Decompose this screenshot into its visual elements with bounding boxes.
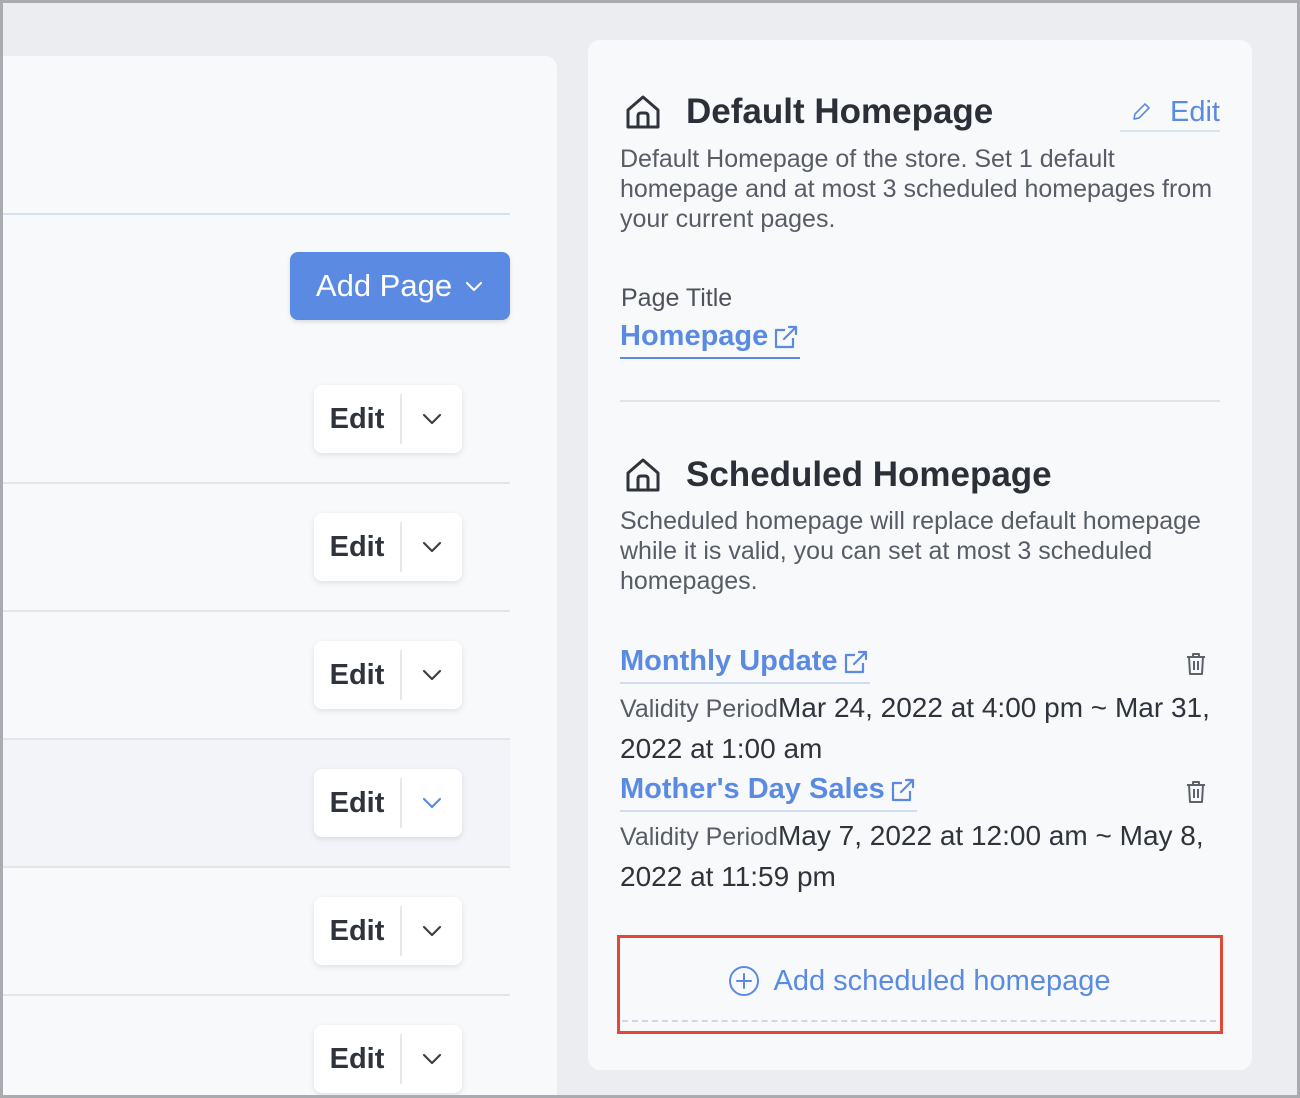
- chevron-down-icon: [422, 925, 442, 937]
- row-edit-group: Edit: [314, 513, 462, 581]
- row-edit-group: Edit: [314, 897, 462, 965]
- edit-label: Edit: [1170, 95, 1220, 128]
- section-description: Default Homepage of the store. Set 1 def…: [620, 145, 1213, 233]
- add-page-label: Add Page: [315, 268, 453, 303]
- edit-button[interactable]: Edit: [314, 403, 400, 436]
- scheduled-homepage-link[interactable]: Mother's Day Sales: [620, 773, 917, 812]
- scheduled-homepage-header: Scheduled Homepage: [622, 454, 1052, 496]
- more-options-button[interactable]: [402, 924, 462, 938]
- page-title-label: Page Title: [621, 284, 733, 312]
- more-options-button[interactable]: [402, 796, 462, 810]
- edit-button[interactable]: Edit: [314, 531, 400, 564]
- default-homepage-edit-button[interactable]: Edit: [1120, 94, 1220, 132]
- edit-button[interactable]: Edit: [314, 787, 400, 820]
- divider: [620, 400, 1220, 402]
- row-edit-group: Edit: [314, 385, 462, 453]
- chevron-down-icon: [465, 281, 483, 292]
- home-icon: [626, 95, 660, 129]
- link-text: Homepage: [620, 320, 769, 352]
- home-icon: [626, 458, 660, 492]
- default-homepage-header: Default Homepage: [622, 91, 993, 133]
- section-title: Scheduled Homepage: [686, 455, 1052, 494]
- chevron-down-icon: [422, 797, 442, 809]
- edit-button[interactable]: Edit: [314, 915, 400, 948]
- more-options-button[interactable]: [402, 668, 462, 682]
- row-edit-group: Edit: [314, 769, 462, 837]
- external-link-icon: [844, 650, 867, 673]
- section-description: Scheduled homepage will replace default …: [620, 507, 1201, 595]
- default-homepage-link[interactable]: Homepage: [620, 320, 801, 359]
- link-text: Mother's Day Sales: [620, 773, 885, 805]
- section-title: Default Homepage: [686, 92, 994, 131]
- validity-label: Validity Period: [620, 823, 778, 851]
- add-page-button[interactable]: Add Page: [290, 252, 510, 320]
- add-scheduled-label: Add scheduled homepage: [773, 964, 1111, 997]
- trash-icon[interactable]: [1184, 651, 1208, 677]
- link-text: Monthly Update: [620, 645, 838, 677]
- chevron-down-icon: [422, 669, 442, 681]
- scheduled-homepage-link[interactable]: Monthly Update: [620, 645, 870, 684]
- edit-button[interactable]: Edit: [314, 659, 400, 692]
- validity-label: Validity Period: [620, 695, 778, 723]
- more-options-button[interactable]: [402, 1052, 462, 1066]
- more-options-button[interactable]: [402, 540, 462, 554]
- validity-period: Validity PeriodMay 7, 2022 at 12:00 am ~…: [620, 816, 1220, 897]
- row-edit-group: Edit: [314, 1025, 462, 1093]
- chevron-down-icon: [422, 1053, 442, 1065]
- trash-icon[interactable]: [1184, 779, 1208, 805]
- external-link-icon: [891, 778, 914, 801]
- pencil-icon: [1133, 103, 1150, 120]
- more-options-button[interactable]: [402, 412, 462, 426]
- edit-button[interactable]: Edit: [314, 1043, 400, 1076]
- divider: [0, 213, 510, 215]
- chevron-down-icon: [422, 413, 442, 425]
- external-link-icon: [775, 325, 798, 348]
- chevron-down-icon: [422, 541, 442, 553]
- row-edit-group: Edit: [314, 641, 462, 709]
- add-scheduled-homepage-button[interactable]: Add scheduled homepage: [622, 942, 1216, 1022]
- validity-period: Validity PeriodMar 24, 2022 at 4:00 pm ~…: [620, 688, 1220, 769]
- plus-circle-icon: [728, 966, 759, 996]
